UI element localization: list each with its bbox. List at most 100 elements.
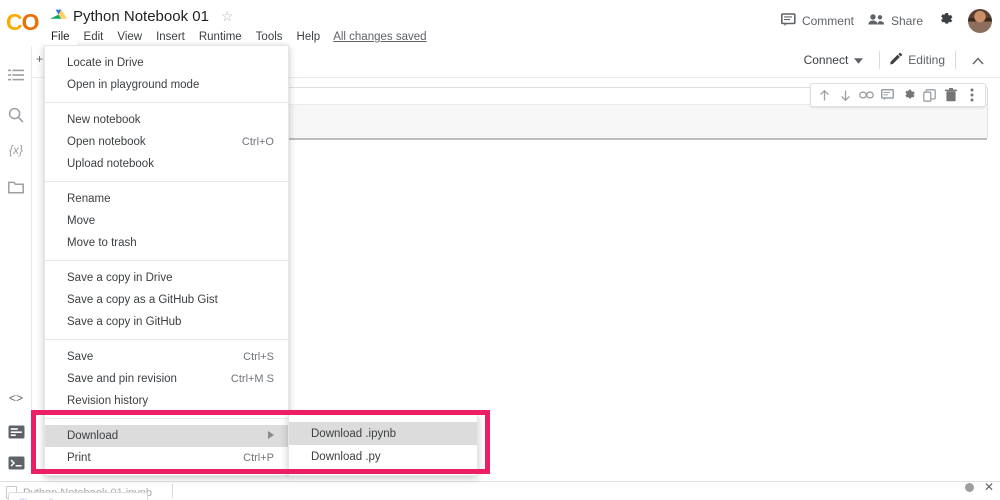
more-cell-actions-icon[interactable]	[962, 86, 981, 105]
menu-item-label: Print	[67, 452, 91, 464]
submenu-arrow-icon	[268, 431, 274, 441]
menubar-item-tools[interactable]: Tools	[249, 29, 290, 45]
share-button[interactable]: Share	[868, 13, 923, 29]
move-cell-up-icon[interactable]	[815, 86, 834, 105]
editing-mode-button[interactable]: Editing	[890, 52, 945, 68]
file-menu-dropdown: Locate in Drive Open in playground mode …	[44, 45, 289, 476]
table-of-contents-icon[interactable]	[4, 64, 28, 88]
command-palette-icon[interactable]	[4, 420, 28, 444]
terminal-icon[interactable]	[4, 451, 28, 475]
chevron-down-icon	[854, 53, 864, 67]
menu-item-label: New notebook	[67, 114, 141, 126]
menu-item-download-py[interactable]: Download .py	[289, 445, 477, 468]
search-icon[interactable]	[4, 103, 28, 127]
link-to-cell-icon[interactable]	[857, 86, 876, 105]
copy-cell-icon[interactable]	[920, 86, 939, 105]
variables-icon[interactable]: {x}	[4, 138, 28, 162]
save-status[interactable]: All changes saved	[333, 31, 426, 43]
settings-button[interactable]	[937, 11, 954, 31]
menu-item-open-in-playground-mode[interactable]: Open in playground mode	[45, 74, 288, 96]
delete-cell-icon[interactable]	[941, 86, 960, 105]
menu-item-locate-in-drive[interactable]: Locate in Drive	[45, 52, 288, 74]
menu-item-label: Locate in Drive	[67, 57, 144, 69]
menu-bar: File Edit View Insert Runtime Tools Help…	[44, 28, 427, 46]
pencil-icon	[890, 52, 903, 68]
menu-item-move-to-trash[interactable]: Move to trash	[45, 232, 288, 254]
gear-icon	[937, 11, 954, 31]
menu-item-save-a-copy-in-drive[interactable]: Save a copy in Drive	[45, 267, 288, 289]
menu-item-shortcut: Ctrl+P	[243, 452, 274, 464]
menu-item-shortcut: Ctrl+M S	[230, 373, 274, 385]
menu-item-label: Download .py	[311, 450, 381, 463]
menu-item-move[interactable]: Move	[45, 210, 288, 232]
connect-label: Connect	[803, 53, 849, 67]
files-folder-icon[interactable]	[4, 175, 28, 199]
menu-item-label: Move	[67, 215, 96, 227]
menu-separator	[45, 418, 288, 419]
toolbar-divider-2	[955, 51, 956, 69]
editing-label: Editing	[908, 53, 945, 67]
comment-label: Comment	[801, 14, 854, 28]
toolbar-divider-1	[879, 51, 881, 69]
menu-item-label: Save a copy as a GitHub Gist	[67, 294, 218, 306]
menubar-item-edit[interactable]: Edit	[77, 29, 111, 45]
menubar-item-file[interactable]: File	[44, 29, 77, 45]
comment-button[interactable]: Comment	[780, 12, 854, 30]
close-shelf-icon[interactable]: ✕	[984, 482, 994, 493]
download-shelf: Python Notebook 01.ipynb ✕ Show all	[0, 482, 1000, 500]
notebook-title-row: Python Notebook 01 ☆	[50, 5, 234, 27]
menu-item-label: Save a copy in Drive	[67, 272, 173, 284]
menu-item-label: Revision history	[67, 395, 149, 407]
avatar[interactable]	[968, 9, 992, 33]
menubar-item-insert[interactable]: Insert	[149, 29, 192, 45]
menu-item-shortcut: Ctrl+O	[241, 136, 274, 148]
star-icon[interactable]: ☆	[221, 8, 234, 25]
menu-item-save[interactable]: Save Ctrl+S	[45, 346, 288, 368]
menu-item-open-notebook[interactable]: Open notebook Ctrl+O	[45, 131, 288, 153]
menu-item-print[interactable]: Print Ctrl+P	[45, 447, 288, 469]
menu-item-label: Save	[67, 351, 94, 363]
menu-item-download[interactable]: Download	[45, 425, 288, 447]
menubar-item-runtime[interactable]: Runtime	[192, 29, 249, 45]
menu-item-label: Rename	[67, 193, 111, 205]
shelf-right-actions: ✕	[964, 482, 994, 493]
notebook-title[interactable]: Python Notebook 01	[73, 8, 209, 25]
menu-item-revision-history[interactable]: Revision history	[45, 390, 288, 412]
menubar-item-view[interactable]: View	[110, 29, 149, 45]
cell-action-toolbar	[810, 83, 986, 107]
menu-item-upload-notebook[interactable]: Upload notebook	[45, 153, 288, 175]
menu-separator	[45, 260, 288, 261]
menu-item-new-notebook[interactable]: New notebook	[45, 109, 288, 131]
connect-button[interactable]: Connect	[798, 50, 870, 70]
shelf-item-divider	[172, 484, 173, 498]
menu-item-download-ipynb[interactable]: Download .ipynb	[289, 422, 477, 445]
colab-logo-o: O	[21, 9, 40, 35]
collapse-toolbar-icon[interactable]	[966, 53, 990, 68]
colab-logo[interactable]: CO	[6, 10, 40, 34]
add-comment-icon[interactable]	[878, 86, 897, 105]
menu-item-label: Upload notebook	[67, 158, 154, 170]
menu-item-label: Save and pin revision	[67, 373, 177, 385]
menu-separator	[45, 102, 288, 103]
colab-window: CO Python Notebook 01 ☆ File Edit View I…	[0, 0, 1000, 500]
download-submenu: Download .ipynb Download .py	[288, 414, 478, 476]
menu-item-label: Download	[67, 430, 119, 442]
menu-item-label: Download .ipynb	[311, 427, 397, 440]
app-header: CO Python Notebook 01 ☆ File Edit View I…	[0, 0, 1000, 46]
menu-item-label: Open notebook	[67, 136, 146, 148]
move-cell-down-icon[interactable]	[836, 86, 855, 105]
cell-settings-gear-icon[interactable]	[899, 86, 918, 105]
status-dot-icon[interactable]	[964, 482, 974, 492]
menu-item-save-and-pin-revision[interactable]: Save and pin revision Ctrl+M S	[45, 368, 288, 390]
menu-item-rename[interactable]: Rename	[45, 188, 288, 210]
menu-item-label: Open in playground mode	[67, 79, 200, 91]
menu-item-save-a-copy-as-a-github-gist[interactable]: Save a copy as a GitHub Gist	[45, 289, 288, 311]
menu-item-save-a-copy-in-github[interactable]: Save a copy in GitHub	[45, 311, 288, 333]
drive-icon	[50, 9, 67, 24]
comment-icon	[780, 12, 796, 30]
menu-separator	[45, 181, 288, 182]
menubar-item-help[interactable]: Help	[290, 29, 328, 45]
menu-item-shortcut: Ctrl+S	[243, 351, 274, 363]
code-snippets-icon[interactable]: <>	[4, 386, 28, 410]
show-all-downloads-chip[interactable]: Show all	[8, 492, 148, 500]
